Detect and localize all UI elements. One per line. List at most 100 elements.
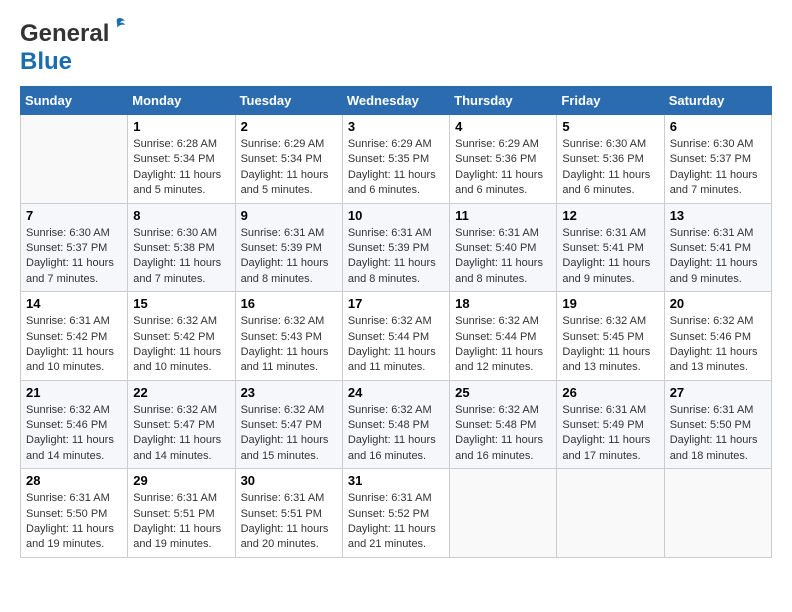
day-number: 17 (348, 296, 444, 311)
week-row-2: 7 Sunrise: 6:30 AMSunset: 5:37 PMDaylight… (21, 203, 772, 292)
calendar-cell: 7 Sunrise: 6:30 AMSunset: 5:37 PMDaylight… (21, 203, 128, 292)
calendar-cell: 16Sunrise: 6:32 AMSunset: 5:43 PMDayligh… (235, 292, 342, 381)
logo-general: General (20, 20, 109, 47)
calendar-cell: 8 Sunrise: 6:30 AMSunset: 5:38 PMDaylight… (128, 203, 235, 292)
day-details: Sunrise: 6:31 AMSunset: 5:42 PMDaylight:… (26, 314, 122, 376)
calendar-cell: 20Sunrise: 6:32 AMSunset: 5:46 PMDayligh… (664, 292, 771, 381)
day-number: 3 (348, 119, 444, 134)
calendar-cell: 9Sunrise: 6:31 AMSunset: 5:39 PMDaylight… (235, 203, 342, 292)
day-number: 26 (562, 385, 658, 400)
day-details: Sunrise: 6:30 AMSunset: 5:37 PMDaylight:… (670, 137, 766, 199)
calendar-cell: 11Sunrise: 6:31 AMSunset: 5:40 PMDayligh… (450, 203, 557, 292)
day-details: Sunrise: 6:30 AMSunset: 5:38 PMDaylight:… (133, 226, 229, 288)
day-details: Sunrise: 6:31 AMSunset: 5:41 PMDaylight:… (670, 226, 766, 288)
day-details: Sunrise: 6:32 AMSunset: 5:47 PMDaylight:… (133, 403, 229, 465)
day-details: Sunrise: 6:32 AMSunset: 5:47 PMDaylight:… (241, 403, 337, 465)
day-number: 14 (26, 296, 122, 311)
day-number: 19 (562, 296, 658, 311)
week-row-5: 28 Sunrise: 6:31 AMSunset: 5:50 PMDayligh… (21, 469, 772, 558)
week-row-4: 21 Sunrise: 6:32 AMSunset: 5:46 PMDayligh… (21, 380, 772, 469)
logo-bird-icon (107, 16, 127, 36)
day-details: Sunrise: 6:29 AMSunset: 5:36 PMDaylight:… (455, 137, 551, 199)
day-details: Sunrise: 6:31 AMSunset: 5:49 PMDaylight:… (562, 403, 658, 465)
calendar-cell: 10 Sunrise: 6:31 AMSunset: 5:39 PMDayligh… (342, 203, 449, 292)
day-number: 6 (670, 119, 766, 134)
calendar-cell (557, 469, 664, 558)
calendar-cell: 13 Sunrise: 6:31 AMSunset: 5:41 PMDayligh… (664, 203, 771, 292)
day-number: 18 (455, 296, 551, 311)
weekday-header-saturday: Saturday (664, 87, 771, 115)
day-number: 2 (241, 119, 337, 134)
calendar-cell: 2 Sunrise: 6:29 AMSunset: 5:34 PMDaylight… (235, 115, 342, 204)
calendar-cell: 5Sunrise: 6:30 AMSunset: 5:36 PMDaylight… (557, 115, 664, 204)
day-number: 24 (348, 385, 444, 400)
day-details: Sunrise: 6:29 AMSunset: 5:34 PMDaylight:… (241, 137, 337, 199)
day-number: 7 (26, 208, 122, 223)
day-number: 10 (348, 208, 444, 223)
logo-blue: Blue (20, 48, 72, 76)
day-number: 12 (562, 208, 658, 223)
day-details: Sunrise: 6:29 AMSunset: 5:35 PMDaylight:… (348, 137, 444, 199)
day-number: 8 (133, 208, 229, 223)
calendar-cell: 28 Sunrise: 6:31 AMSunset: 5:50 PMDayligh… (21, 469, 128, 558)
day-details: Sunrise: 6:31 AMSunset: 5:50 PMDaylight:… (26, 491, 122, 553)
calendar-cell: 6 Sunrise: 6:30 AMSunset: 5:37 PMDaylight… (664, 115, 771, 204)
day-details: Sunrise: 6:32 AMSunset: 5:44 PMDaylight:… (348, 314, 444, 376)
week-row-3: 14 Sunrise: 6:31 AMSunset: 5:42 PMDayligh… (21, 292, 772, 381)
calendar-cell: 24 Sunrise: 6:32 AMSunset: 5:48 PMDayligh… (342, 380, 449, 469)
calendar-cell: 21 Sunrise: 6:32 AMSunset: 5:46 PMDayligh… (21, 380, 128, 469)
day-number: 29 (133, 473, 229, 488)
day-number: 11 (455, 208, 551, 223)
day-number: 21 (26, 385, 122, 400)
calendar-table: SundayMondayTuesdayWednesdayThursdayFrid… (20, 86, 772, 558)
day-number: 4 (455, 119, 551, 134)
day-details: Sunrise: 6:31 AMSunset: 5:52 PMDaylight:… (348, 491, 444, 553)
day-number: 20 (670, 296, 766, 311)
day-number: 28 (26, 473, 122, 488)
weekday-header-monday: Monday (128, 87, 235, 115)
day-details: Sunrise: 6:32 AMSunset: 5:48 PMDaylight:… (455, 403, 551, 465)
day-number: 30 (241, 473, 337, 488)
calendar-cell: 17 Sunrise: 6:32 AMSunset: 5:44 PMDayligh… (342, 292, 449, 381)
day-details: Sunrise: 6:30 AMSunset: 5:37 PMDaylight:… (26, 226, 122, 288)
weekday-header-tuesday: Tuesday (235, 87, 342, 115)
calendar-cell: 14 Sunrise: 6:31 AMSunset: 5:42 PMDayligh… (21, 292, 128, 381)
weekday-header-wednesday: Wednesday (342, 87, 449, 115)
calendar-cell: 15Sunrise: 6:32 AMSunset: 5:42 PMDayligh… (128, 292, 235, 381)
day-number: 23 (241, 385, 337, 400)
calendar-cell: 18Sunrise: 6:32 AMSunset: 5:44 PMDayligh… (450, 292, 557, 381)
week-row-1: 1Sunrise: 6:28 AMSunset: 5:34 PMDaylight… (21, 115, 772, 204)
day-number: 15 (133, 296, 229, 311)
calendar-cell: 19 Sunrise: 6:32 AMSunset: 5:45 PMDayligh… (557, 292, 664, 381)
day-details: Sunrise: 6:32 AMSunset: 5:48 PMDaylight:… (348, 403, 444, 465)
day-details: Sunrise: 6:32 AMSunset: 5:45 PMDaylight:… (562, 314, 658, 376)
calendar-cell: 3 Sunrise: 6:29 AMSunset: 5:35 PMDaylight… (342, 115, 449, 204)
day-details: Sunrise: 6:31 AMSunset: 5:39 PMDaylight:… (241, 226, 337, 288)
day-details: Sunrise: 6:31 AMSunset: 5:39 PMDaylight:… (348, 226, 444, 288)
calendar-cell: 25 Sunrise: 6:32 AMSunset: 5:48 PMDayligh… (450, 380, 557, 469)
calendar-cell: 22 Sunrise: 6:32 AMSunset: 5:47 PMDayligh… (128, 380, 235, 469)
calendar-cell: 31 Sunrise: 6:31 AMSunset: 5:52 PMDayligh… (342, 469, 449, 558)
calendar-cell (664, 469, 771, 558)
day-number: 13 (670, 208, 766, 223)
day-details: Sunrise: 6:31 AMSunset: 5:41 PMDaylight:… (562, 226, 658, 288)
calendar-cell: 4 Sunrise: 6:29 AMSunset: 5:36 PMDaylight… (450, 115, 557, 204)
weekday-header-sunday: Sunday (21, 87, 128, 115)
weekday-header-row: SundayMondayTuesdayWednesdayThursdayFrid… (21, 87, 772, 115)
day-number: 5 (562, 119, 658, 134)
day-number: 31 (348, 473, 444, 488)
calendar-cell: 23 Sunrise: 6:32 AMSunset: 5:47 PMDayligh… (235, 380, 342, 469)
calendar-cell: 26 Sunrise: 6:31 AMSunset: 5:49 PMDayligh… (557, 380, 664, 469)
page-header: General Blue (20, 20, 772, 76)
day-details: Sunrise: 6:31 AMSunset: 5:51 PMDaylight:… (133, 491, 229, 553)
day-details: Sunrise: 6:31 AMSunset: 5:51 PMDaylight:… (241, 491, 337, 553)
calendar-cell: 12 Sunrise: 6:31 AMSunset: 5:41 PMDayligh… (557, 203, 664, 292)
weekday-header-friday: Friday (557, 87, 664, 115)
day-number: 22 (133, 385, 229, 400)
calendar-cell (21, 115, 128, 204)
day-number: 1 (133, 119, 229, 134)
day-details: Sunrise: 6:32 AMSunset: 5:46 PMDaylight:… (26, 403, 122, 465)
day-number: 25 (455, 385, 551, 400)
day-details: Sunrise: 6:31 AMSunset: 5:50 PMDaylight:… (670, 403, 766, 465)
weekday-header-thursday: Thursday (450, 87, 557, 115)
